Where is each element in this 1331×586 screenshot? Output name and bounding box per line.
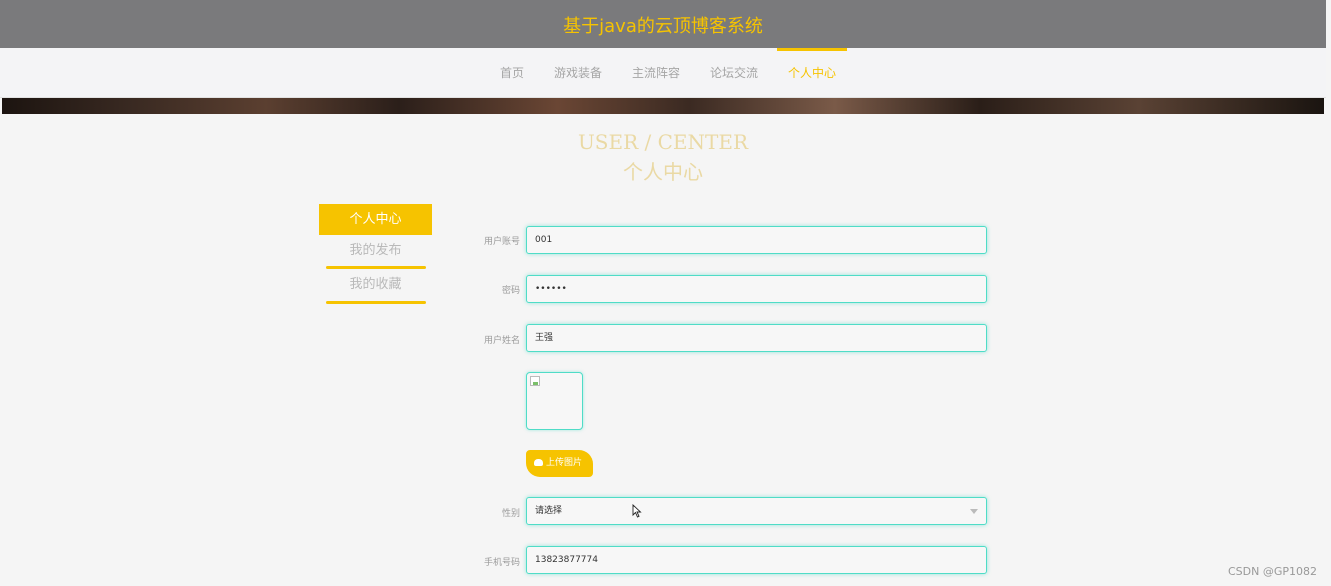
upload-image-button[interactable]: 上传图片	[526, 450, 593, 477]
password-label: 密码	[501, 286, 520, 296]
broken-image-icon	[530, 376, 540, 386]
main-nav: 首页 游戏装备 主流阵容 论坛交流 个人中心	[0, 48, 1326, 98]
name-input[interactable]: 王强	[526, 324, 987, 352]
gender-select[interactable]: 请选择	[526, 497, 987, 525]
cloud-upload-icon	[534, 459, 543, 466]
sidebar-item-user-center[interactable]: 个人中心	[319, 204, 432, 235]
name-label: 用户姓名	[483, 336, 520, 346]
nav-item-forum[interactable]: 论坛交流	[709, 48, 759, 98]
top-header: 基于java的云顶博客系统	[0, 0, 1326, 48]
watermark: CSDN @GP1082	[1227, 565, 1317, 578]
phone-input[interactable]: 13823877774	[526, 546, 987, 574]
upload-button-label: 上传图片	[546, 458, 583, 468]
nav-item-game-equipment[interactable]: 游戏装备	[553, 48, 603, 98]
page-heading-zh: 个人中心	[623, 160, 703, 184]
site-title: 基于java的云顶博客系统	[563, 16, 763, 37]
phone-label: 手机号码	[483, 558, 520, 568]
mouse-cursor-icon	[632, 504, 642, 518]
account-input[interactable]: 001	[526, 226, 987, 254]
banner-image	[2, 98, 1324, 114]
account-label: 用户账号	[483, 237, 520, 247]
sidebar-divider	[325, 301, 426, 304]
sidebar-item-my-posts[interactable]: 我的发布	[319, 235, 432, 266]
chevron-down-icon	[970, 509, 978, 514]
sidebar: 个人中心 我的发布 我的收藏	[319, 204, 432, 304]
nav-item-home[interactable]: 首页	[499, 48, 525, 98]
password-input[interactable]: ••••••	[526, 275, 987, 303]
avatar-preview	[526, 372, 583, 430]
page-heading-en: USER / CENTER	[577, 130, 749, 154]
nav-item-lineups[interactable]: 主流阵容	[631, 48, 681, 98]
gender-select-value: 请选择	[535, 506, 563, 516]
sidebar-item-my-favorites[interactable]: 我的收藏	[319, 269, 432, 301]
gender-label: 性别	[501, 509, 520, 519]
nav-item-user-center[interactable]: 个人中心	[777, 48, 848, 98]
